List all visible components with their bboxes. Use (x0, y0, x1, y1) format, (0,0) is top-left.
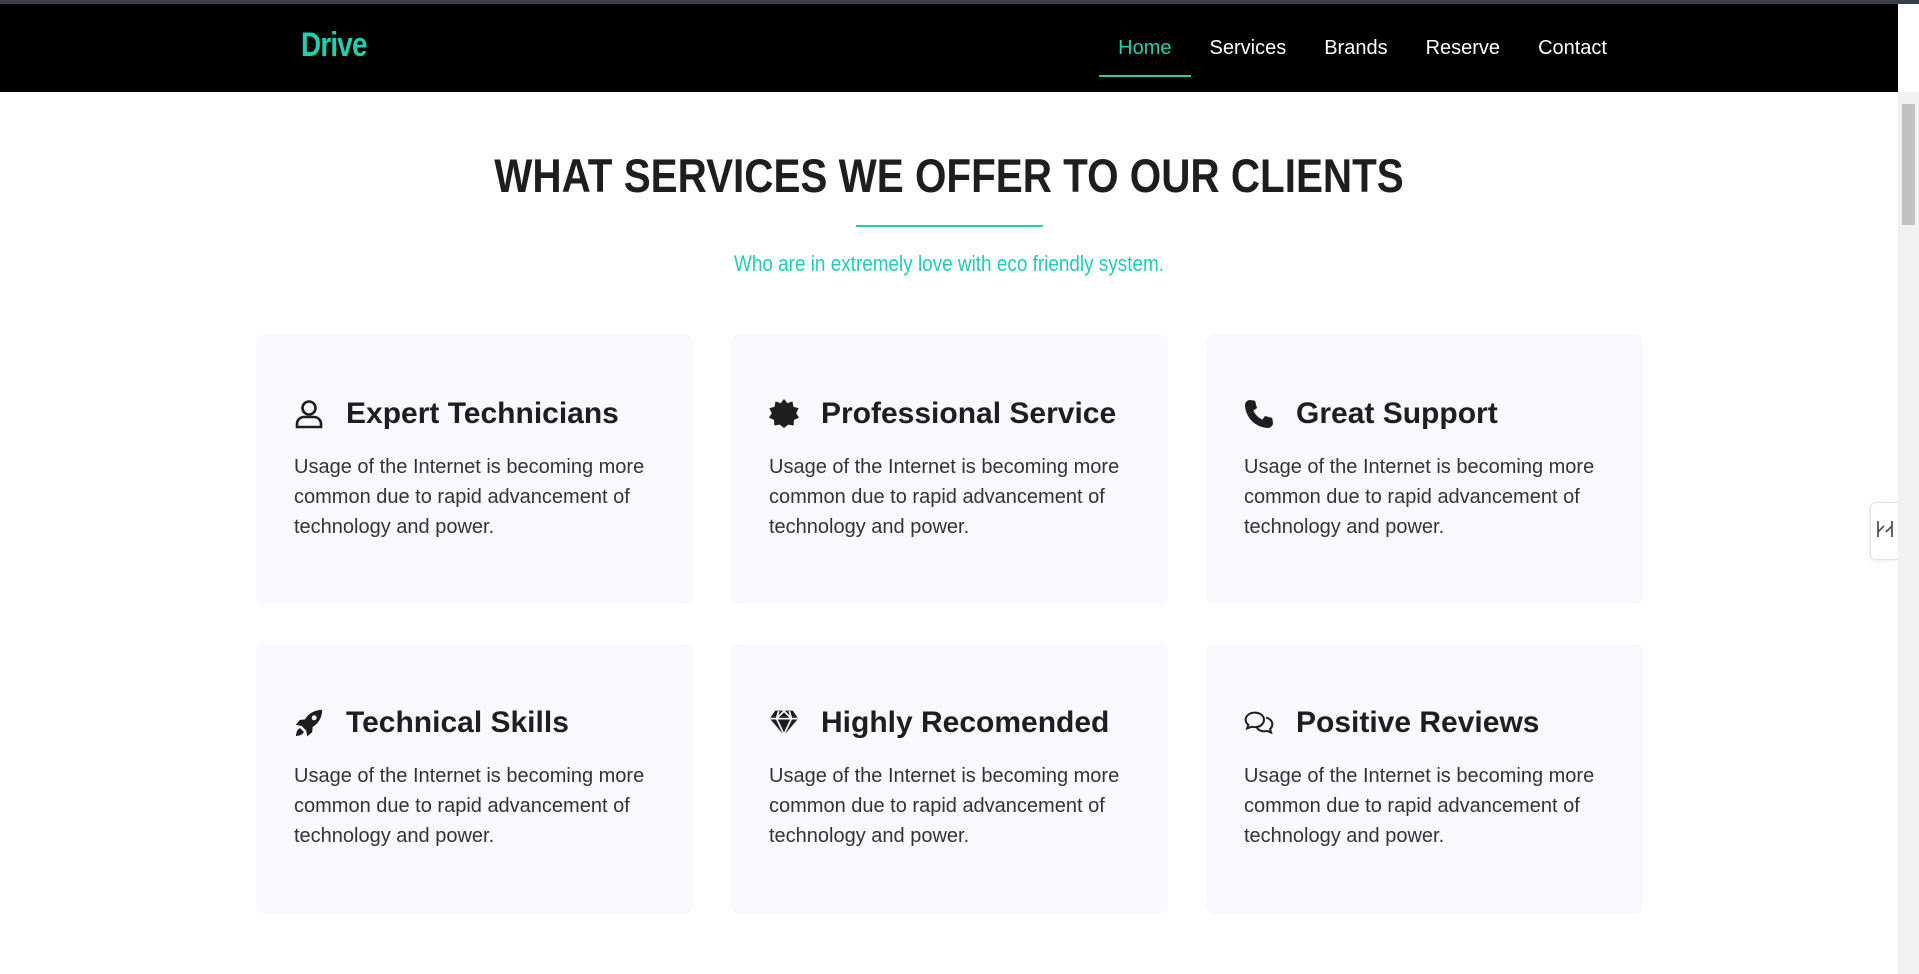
section-subtitle: Who are in extremely love with eco frien… (733, 251, 1165, 276)
nav-home[interactable]: Home (1099, 4, 1191, 92)
card-header: Professional Service (769, 394, 1130, 434)
card-text: Usage of the Internet is becoming more c… (1244, 765, 1595, 847)
card-text: Usage of the Internet is becoming more c… (769, 456, 1120, 538)
card-header: Positive Reviews (1244, 703, 1605, 743)
card-text: Usage of the Internet is becoming more c… (769, 765, 1120, 847)
card-title: Positive Reviews (1296, 706, 1540, 739)
service-card-technical-skills: Technical Skills Usage of the Internet i… (256, 643, 693, 914)
brand-logo[interactable]: Drive (301, 26, 367, 65)
navbar: Drive Home Services Brands Reserve Conta… (0, 4, 1898, 92)
nav-contact[interactable]: Contact (1519, 4, 1626, 92)
card-text: Usage of the Internet is becoming more c… (1244, 456, 1595, 538)
title-divider (856, 225, 1043, 227)
nav-brands[interactable]: Brands (1305, 4, 1406, 92)
card-text: Usage of the Internet is becoming more c… (294, 765, 645, 847)
user-icon (294, 399, 324, 429)
diamond-icon (769, 708, 799, 738)
service-card-great-support: Great Support Usage of the Internet is b… (1206, 334, 1643, 605)
phone-icon (1244, 399, 1274, 429)
service-card-expert-technicians: Expert Technicians Usage of the Internet… (256, 334, 693, 605)
service-card-professional-service: Professional Service Usage of the Intern… (731, 334, 1168, 605)
card-title: Professional Service (821, 397, 1117, 430)
card-title: Technical Skills (346, 706, 569, 739)
side-panel-toggle[interactable] (1870, 502, 1898, 560)
card-header: Expert Technicians (294, 394, 655, 434)
card-header: Highly Recomended (769, 703, 1130, 743)
card-title: Highly Recomended (821, 706, 1110, 739)
card-title: Expert Technicians (346, 397, 619, 430)
card-text: Usage of the Internet is becoming more c… (294, 456, 645, 538)
nav-reserve[interactable]: Reserve (1407, 4, 1519, 92)
section-title: WHAT SERVICES WE OFFER TO OUR CLIENTS (494, 149, 1404, 202)
badge-icon (769, 399, 799, 429)
card-header: Technical Skills (294, 703, 655, 743)
scrollbar-thumb[interactable] (1902, 104, 1915, 225)
card-title: Great Support (1296, 397, 1498, 430)
resize-icon (1876, 519, 1894, 544)
nav-services[interactable]: Services (1191, 4, 1306, 92)
service-card-highly-recomended: Highly Recomended Usage of the Internet … (731, 643, 1168, 914)
main-nav: Home Services Brands Reserve Contact (1099, 4, 1626, 92)
vertical-scrollbar[interactable] (1898, 92, 1919, 974)
comments-icon (1244, 708, 1274, 738)
card-header: Great Support (1244, 394, 1605, 434)
rocket-icon (294, 708, 324, 738)
service-card-positive-reviews: Positive Reviews Usage of the Internet i… (1206, 643, 1643, 914)
